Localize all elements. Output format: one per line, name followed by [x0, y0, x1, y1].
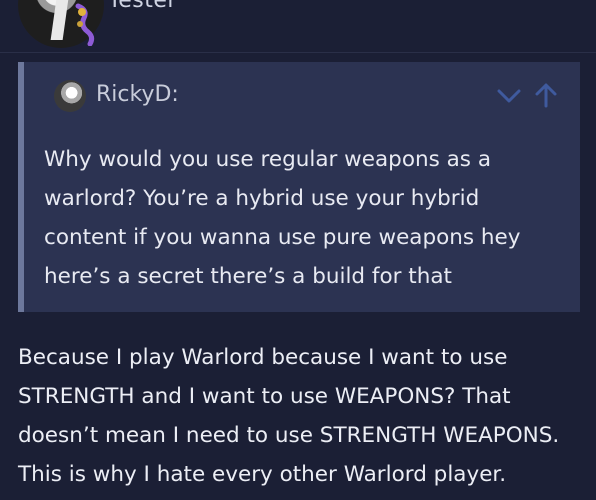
divider	[0, 52, 596, 53]
post-line: STRENGTH and I want to use WEAPONS? That	[18, 384, 511, 409]
post-line: This is why I hate every other Warlord p…	[18, 462, 507, 487]
quote-block: RickyD: Why would you use regular weapon…	[18, 62, 580, 312]
quote-line: warlord? You’re a hybrid use your hybrid	[44, 186, 480, 211]
user-title: Tester	[108, 0, 177, 13]
quote-line: content if you wanna use pure weapons he…	[44, 225, 521, 250]
post-page: Tester RickyD: Why would you use regular…	[0, 0, 596, 500]
post-line: Because I play Warlord because I want to…	[18, 345, 508, 370]
quote-line: here’s a secret there’s a build for that	[44, 264, 452, 289]
post-text: Because I play Warlord because I want to…	[18, 338, 588, 494]
post-line: doesn’t mean I need to use STRENGTH WEAP…	[18, 423, 560, 448]
quote-text: Why would you use regular weapons as a w…	[44, 140, 564, 296]
chevron-down-icon[interactable]	[496, 86, 522, 106]
flair-badge-icon	[75, 3, 95, 46]
quote-author-avatar[interactable]	[54, 80, 86, 112]
quote-author-name[interactable]: RickyD:	[96, 82, 179, 107]
quote-line: Why would you use regular weapons as a	[44, 147, 492, 172]
avatar-figure	[50, 0, 70, 40]
arrow-up-icon[interactable]	[534, 82, 558, 108]
